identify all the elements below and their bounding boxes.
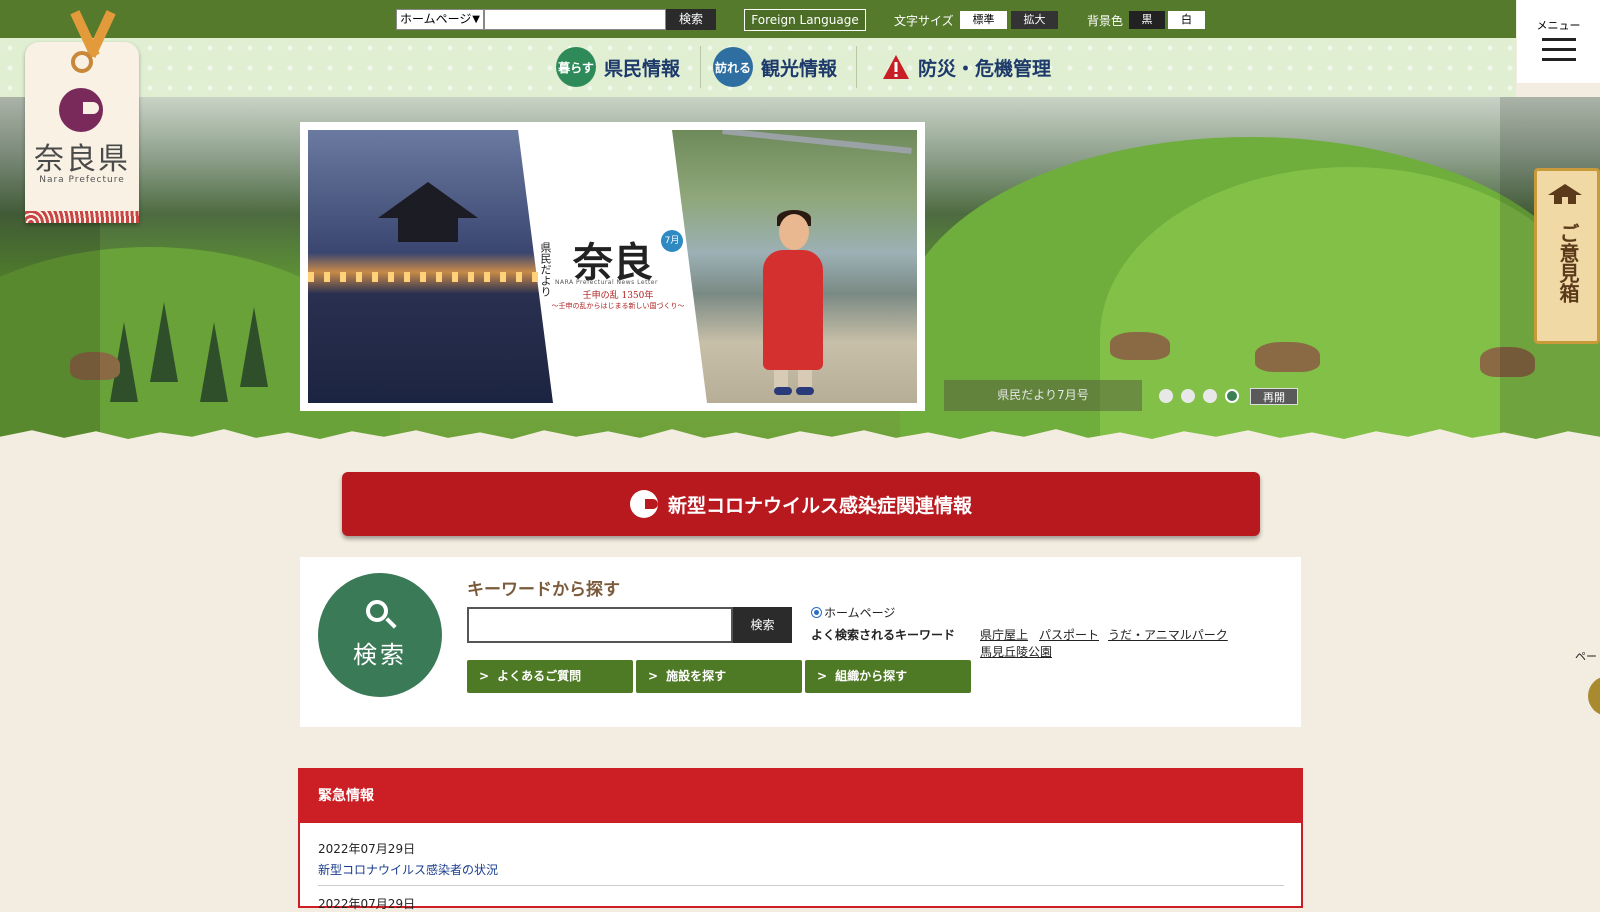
divider <box>318 885 1284 886</box>
nara-logo[interactable]: 奈良県 Nara Prefecture <box>25 10 139 223</box>
nav-divider <box>856 46 857 88</box>
hamburger-icon <box>1542 38 1576 41</box>
popular-keyword-link[interactable]: パスポート <box>1039 626 1099 643</box>
chevron-down-icon: ▼ <box>472 14 480 25</box>
find-organization-button[interactable]: > 組織から探す <box>805 660 971 693</box>
page-top-label: ペー <box>1575 650 1597 663</box>
pavilion-photo <box>308 130 553 403</box>
popular-keyword-link[interactable]: うだ・アニマルパーク <box>1108 626 1228 643</box>
newsletter-title: 県民だより 奈良 7月 NARA Prefectural News Letter… <box>533 130 693 403</box>
nav-residents[interactable]: 暮らす 県民情報 <box>556 46 680 88</box>
chevron-right-icon: > <box>479 669 490 683</box>
chevron-right-icon: > <box>817 669 828 683</box>
chevron-right-icon: > <box>648 669 659 683</box>
emergency-info-panel: 緊急情報 2022年07月29日 新型コロナウイルス感染者の状況 2022年07… <box>298 768 1303 911</box>
popular-keyword-link[interactable]: 県庁屋上 <box>980 626 1028 643</box>
opinion-box-button[interactable]: ご意見箱 <box>1534 168 1600 344</box>
nav-tourism[interactable]: 訪れる 観光情報 <box>713 46 837 88</box>
covid-info-banner[interactable]: 新型コロナウイルス感染症関連情報 <box>342 472 1260 536</box>
slide-caption[interactable]: 県民だより7月号 <box>944 380 1142 411</box>
nav-tourism-label: 観光情報 <box>761 57 838 80</box>
deer <box>1255 342 1320 372</box>
header-search-input[interactable] <box>484 9 666 30</box>
deer <box>1110 332 1170 360</box>
search-icon <box>366 600 388 622</box>
covid-banner-label: 新型コロナウイルス感染症関連情報 <box>667 494 972 517</box>
header-search-button[interactable]: 検索 <box>666 9 716 30</box>
nav-residents-label: 県民情報 <box>604 57 681 80</box>
nav-residents-badge: 暮らす <box>556 47 596 87</box>
news-link[interactable]: 新型コロナウイルス感染者の状況 <box>318 861 498 878</box>
popular-keyword-link[interactable]: 馬見丘陵公園 <box>980 643 1052 660</box>
slider-dot-1[interactable] <box>1159 389 1173 403</box>
child-figure <box>779 214 809 250</box>
prefecture-emblem-icon <box>629 490 658 518</box>
search-badge: 検索 <box>318 573 442 697</box>
keyword-search-input[interactable] <box>467 607 733 643</box>
scope-radio-homepage[interactable]: ホームページ <box>811 604 895 621</box>
nav-tourism-badge: 訪れる <box>713 47 753 87</box>
foreign-language-button[interactable]: Foreign Language <box>744 9 866 31</box>
faq-button[interactable]: > よくあるご質問 <box>467 660 633 693</box>
find-facility-button[interactable]: > 施設を探す <box>636 660 802 693</box>
nav-disaster[interactable]: 防災・危機管理 <box>882 46 1051 88</box>
news-date: 2022年07月29日 <box>318 842 416 856</box>
house-icon <box>1548 184 1582 204</box>
warning-icon <box>883 55 909 79</box>
menu-label: メニュー <box>1536 19 1581 32</box>
keyword-search-button[interactable]: 検索 <box>733 607 792 643</box>
page-top-button[interactable] <box>1588 676 1600 716</box>
font-size-label: 文字サイズ <box>894 14 954 28</box>
slider-dot-2[interactable] <box>1181 389 1195 403</box>
popular-keywords-label: よく検索されるキーワード <box>811 628 956 642</box>
font-large-button[interactable]: 拡大 <box>1011 11 1058 29</box>
nav-divider <box>700 46 701 88</box>
search-scope-select[interactable]: ホームページ ▼ <box>396 9 484 30</box>
news-date: 2022年07月29日 <box>318 897 416 911</box>
keyword-search-title: キーワードから探す <box>467 580 620 600</box>
bg-white-button[interactable]: 白 <box>1168 11 1205 29</box>
emergency-heading: 緊急情報 <box>300 770 1301 823</box>
radio-selected-icon <box>811 607 822 618</box>
bg-color-label: 背景色 <box>1087 14 1124 28</box>
nav-disaster-label: 防災・危機管理 <box>918 57 1052 80</box>
slider-dot-3[interactable] <box>1203 389 1217 403</box>
slider-resume-button[interactable]: 再開 <box>1250 388 1298 405</box>
slider-dot-4[interactable] <box>1225 389 1239 403</box>
opinion-box-label: ご意見箱 <box>1556 223 1580 303</box>
slider-banner[interactable]: 県民だより 奈良 7月 NARA Prefectural News Letter… <box>300 122 925 411</box>
lanterns <box>308 272 538 282</box>
menu-button[interactable]: メニュー <box>1517 0 1600 83</box>
font-standard-button[interactable]: 標準 <box>960 11 1007 29</box>
bg-black-button[interactable]: 黒 <box>1129 11 1165 29</box>
